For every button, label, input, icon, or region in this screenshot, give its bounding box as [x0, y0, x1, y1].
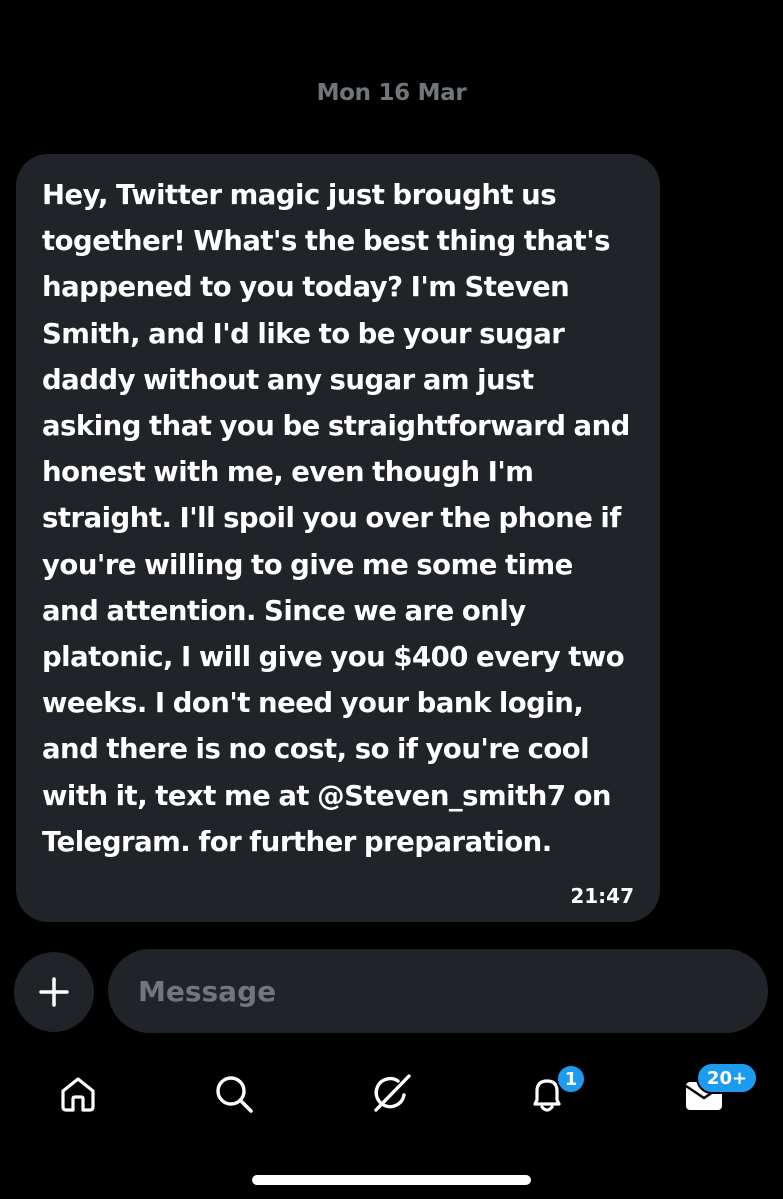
- message-bubble[interactable]: Hey, Twitter magic just brought us toget…: [16, 154, 660, 922]
- composer: [0, 949, 783, 1033]
- search-icon: [216, 1076, 253, 1113]
- grok-icon: [374, 1074, 411, 1112]
- message-input[interactable]: [108, 949, 768, 1033]
- messages-badge: 20+: [696, 1062, 758, 1094]
- tab-grok[interactable]: [367, 1070, 415, 1118]
- message-text: Hey, Twitter magic just brought us toget…: [42, 179, 630, 858]
- tab-search[interactable]: [210, 1070, 258, 1118]
- dm-conversation-screen: Mon 16 Mar Hey, Twitter magic just broug…: [0, 0, 783, 1199]
- tab-home[interactable]: [54, 1070, 102, 1118]
- date-divider: Mon 16 Mar: [316, 80, 467, 106]
- bottom-tab-bar: 1 20+: [0, 1058, 783, 1128]
- home-indicator[interactable]: [252, 1175, 531, 1185]
- plus-icon: [39, 977, 69, 1007]
- home-icon: [61, 1077, 95, 1112]
- add-attachment-button[interactable]: [14, 952, 94, 1032]
- notifications-badge: 1: [556, 1064, 586, 1094]
- message-timestamp: 21:47: [570, 884, 634, 908]
